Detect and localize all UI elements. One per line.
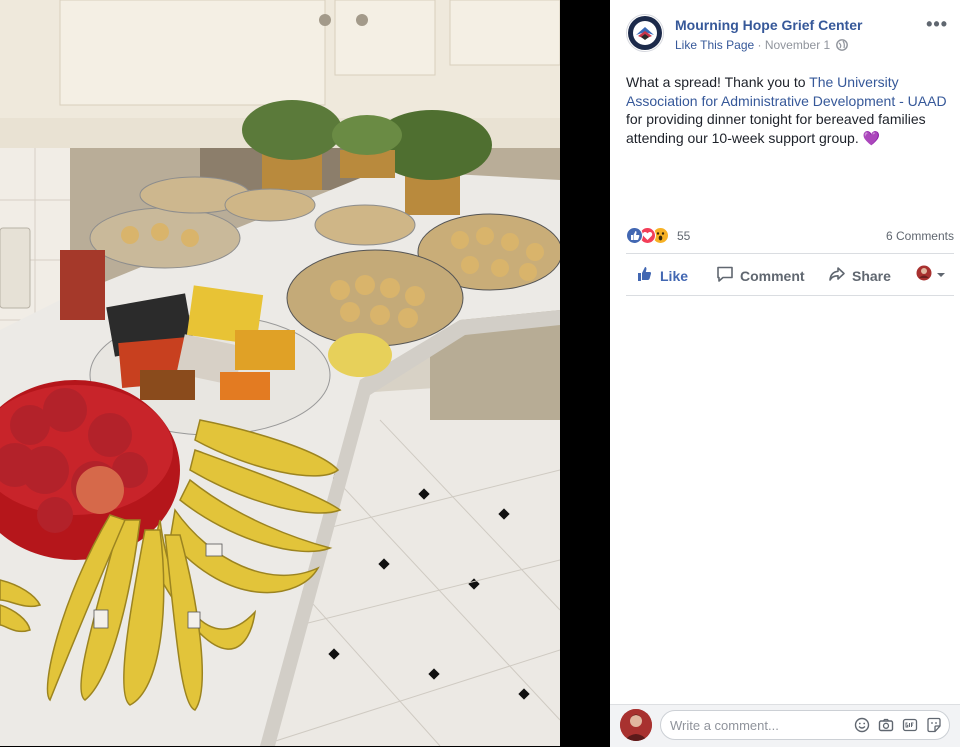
message-text-end: for providing dinner tonight for bereave… — [626, 111, 926, 146]
comment-label: Comment — [740, 267, 805, 284]
divider — [626, 295, 954, 296]
post-meta: Like This Page · November 1 — [675, 38, 848, 54]
post-message: What a spread! Thank you to The Universi… — [626, 73, 952, 147]
comment-placeholder: Write a comment... — [670, 718, 779, 733]
sticker-icon[interactable] — [925, 716, 943, 734]
share-label: Share — [852, 267, 891, 284]
gif-icon[interactable] — [901, 716, 919, 734]
like-reaction-icon[interactable] — [626, 227, 643, 244]
gutter — [560, 0, 610, 746]
post-header: Mourning Hope Grief Center Like This Pag… — [626, 14, 948, 54]
post-panel: Mourning Hope Grief Center Like This Pag… — [610, 0, 960, 747]
purple-heart-emoji: 💜 — [862, 129, 881, 146]
share-button[interactable]: Share — [828, 265, 891, 286]
composer-icons — [853, 716, 943, 734]
reactions-bar: 55 6 Comments — [626, 225, 954, 245]
page-avatar[interactable] — [626, 14, 664, 52]
post-photo[interactable] — [0, 0, 560, 746]
post-actions: Like Comment Share — [626, 262, 954, 288]
page-name-link[interactable]: Mourning Hope Grief Center — [675, 17, 862, 33]
food-spread-illustration — [0, 0, 560, 746]
post-date[interactable]: November 1 — [765, 38, 830, 52]
emoji-icon[interactable] — [853, 716, 871, 734]
message-text-start: What a spread! Thank you to — [626, 74, 810, 90]
comment-button[interactable]: Comment — [716, 265, 805, 286]
comments-count[interactable]: 6 Comments — [886, 229, 954, 243]
reaction-count[interactable]: 55 — [677, 229, 690, 243]
comment-input[interactable]: Write a comment... — [660, 710, 950, 740]
camera-icon[interactable] — [877, 716, 895, 734]
comment-icon — [716, 265, 734, 286]
more-options-icon[interactable]: ••• — [926, 14, 948, 35]
thumbs-up-icon — [636, 265, 654, 286]
post-as-selector[interactable] — [916, 265, 946, 284]
logo-icon — [628, 16, 662, 50]
caret-down-icon — [936, 267, 946, 283]
like-label: Like — [660, 267, 689, 284]
like-button[interactable]: Like — [636, 265, 688, 286]
divider — [626, 253, 954, 254]
globe-icon — [835, 39, 848, 54]
viewer-avatar-icon — [916, 265, 932, 284]
share-icon — [828, 265, 846, 286]
like-this-page-link[interactable]: Like This Page — [675, 38, 754, 52]
comment-composer: Write a comment... — [610, 704, 960, 747]
user-avatar[interactable] — [620, 709, 652, 741]
meta-separator: · — [754, 38, 765, 52]
